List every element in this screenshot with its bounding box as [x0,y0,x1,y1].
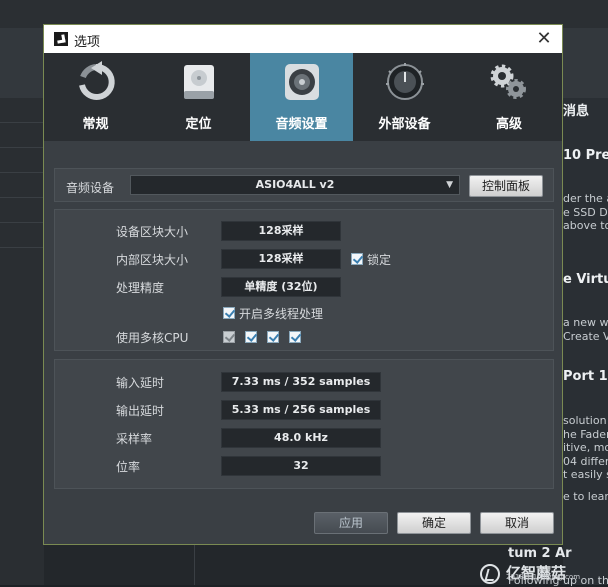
background-news-snippet: Create V [563,330,608,343]
background-news-title: tum 2 Ar [508,546,572,561]
dialog-title: 选项 [74,35,101,50]
audio-device-row: 音频设备 ASIO4ALL v2 ▼ 控制面板 [54,168,554,202]
background-news-snippet: solution f [563,414,608,427]
input-latency-field: 7.33 ms / 352 samples [221,372,381,392]
gears-icon [490,64,526,99]
sample-rate-label: 采样率 [116,432,153,446]
tab-audio-settings[interactable]: 音频设置 [250,53,353,141]
ok-button[interactable]: 确定 [397,512,471,534]
tab-label: 音频设置 [275,117,328,132]
cpu-core-2-checkbox[interactable] [245,331,257,343]
watermark-subtext: 2018.1.1 yiiymg.com [506,573,581,581]
background-news-snippet: e SSD Dr [563,206,608,219]
background-news-snippet: t easily s [563,468,608,481]
internal-block-size-label: 内部区块大小 [116,253,189,267]
sample-rate-field: 48.0 kHz [221,428,381,448]
tab-label: 定位 [185,117,212,132]
watermark-icon [480,563,500,584]
multithread-checkbox[interactable] [223,307,235,319]
background-news-snippet: above to [563,219,608,232]
audio-device-value: ASIO4ALL v2 [255,178,335,191]
background-news-snippet: 消息 [563,104,590,119]
background-left-list [0,98,44,585]
refresh-icon [79,61,115,100]
background-news-snippet: e to learn [563,490,608,503]
lock-checkbox[interactable] [351,253,363,265]
audio-device-select[interactable]: ASIO4ALL v2 ▼ [130,175,460,195]
cancel-button[interactable]: 取消 [480,512,554,534]
tab-label: 常规 [82,117,109,132]
background-news-snippet: itive, mo [563,441,608,454]
audio-device-label: 音频设备 [66,181,115,195]
bit-rate-field: 32 [221,456,381,476]
watermark-logo: 亿智蘑菇 2018.1.1 yiiymg.com [480,562,600,584]
bit-rate-label: 位率 [116,460,141,474]
app-logo-icon [54,32,68,46]
buffer-settings-panel: 设备区块大小 128采样 内部区块大小 128采样 锁定 处理精度 单精度 (3… [54,209,554,351]
background-news-snippet: der the a [563,192,608,205]
hard-drive-icon [184,65,214,99]
close-button[interactable]: ✕ [532,27,556,51]
knob-icon [386,63,424,100]
background-news-snippet: 10 Pres [563,148,608,163]
precision-field[interactable]: 单精度 (32位) [221,277,341,297]
tab-advanced[interactable]: 高级 [456,53,562,141]
device-block-size-label: 设备区块大小 [116,225,189,239]
cpu-core-3-checkbox[interactable] [267,331,279,343]
latency-panel: 输入延时 7.33 ms / 352 samples 输出延时 5.33 ms … [54,359,554,489]
cpu-core-4-checkbox[interactable] [289,331,301,343]
device-block-size-field[interactable]: 128采样 [221,221,341,241]
internal-block-size-field[interactable]: 128采样 [221,249,341,269]
background-news-snippet: 04 differe [563,455,608,468]
background-news-snippet: e Virtua [563,272,608,287]
background-news-snippet: Port 16 [563,369,608,384]
input-latency-label: 输入延时 [116,376,165,390]
control-panel-button[interactable]: 控制面板 [469,175,543,197]
cpu-core-1-checkbox [223,331,235,343]
multithread-label: 开启多线程处理 [239,307,324,321]
tab-label: 高级 [495,117,522,132]
multicore-label: 使用多核CPU [116,331,189,345]
background-news-snippet: a new w [563,316,608,329]
speaker-icon [285,64,319,100]
tab-label: 外部设备 [378,117,431,132]
apply-button[interactable]: 应用 [314,512,388,534]
options-tabbar: 常规 定位 音频设置 外部设备 高级 [44,53,562,141]
options-dialog: 选项 ✕ 常规 定位 音频设置 外部设备 高级 音频设备 ASIO4ALL v2… [43,24,563,545]
output-latency-field: 5.33 ms / 256 samples [221,400,381,420]
precision-label: 处理精度 [116,281,165,295]
background-news-snippet: he Fader [563,428,608,441]
chevron-down-icon: ▼ [446,180,453,190]
tab-external-devices[interactable]: 外部设备 [353,53,456,141]
output-latency-label: 输出延时 [116,404,165,418]
tab-location[interactable]: 定位 [147,53,250,141]
lock-label: 锁定 [367,253,392,267]
dialog-titlebar[interactable]: 选项 ✕ [44,25,562,53]
tab-general[interactable]: 常规 [44,53,147,141]
